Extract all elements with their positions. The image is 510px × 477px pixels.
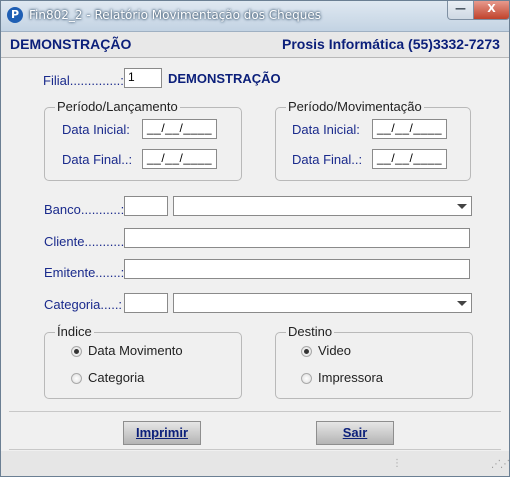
categoria-select[interactable] (173, 293, 472, 313)
filial-code-input[interactable]: 1 (124, 68, 162, 88)
movimentacao-data-inicial-input[interactable]: __/__/____ (372, 119, 447, 139)
cliente-label: Cliente...........: (44, 234, 128, 249)
periodo-lancamento-title: Período/Lançamento (55, 99, 180, 114)
movimentacao-data-final-input[interactable]: __/__/____ (372, 149, 447, 169)
window-title: Fin802_2 - Relatório Movimentação dos Ch… (29, 8, 322, 22)
report-window: P Fin802_2 - Relatório Movimentação dos … (0, 0, 510, 477)
app-logo-icon: P (7, 7, 23, 23)
indice-data-movimento-label[interactable]: Data Movimento (88, 343, 183, 358)
lancamento-data-final-input[interactable]: __/__/____ (142, 149, 217, 169)
company-name: DEMONSTRAÇÃO (10, 36, 132, 52)
dropdown-arrow-icon (457, 204, 467, 209)
movimentacao-data-final-label: Data Final..: (292, 152, 363, 167)
destino-video-label[interactable]: Video (318, 343, 351, 358)
destino-title: Destino (286, 324, 335, 339)
indice-data-movimento-radio[interactable] (71, 346, 82, 357)
vendor-info: Prosis Informática (55)3332-7273 (282, 36, 500, 52)
destino-group: Destino (275, 324, 473, 399)
banco-code-input[interactable] (124, 196, 168, 216)
movimentacao-data-inicial-label: Data Inicial: (292, 122, 360, 137)
minimize-button[interactable]: — (447, 1, 474, 20)
destino-impressora-radio[interactable] (301, 373, 312, 384)
sair-label: Sair (342, 425, 368, 440)
separator (9, 449, 501, 450)
categoria-label: Categoria.....: (44, 297, 123, 312)
periodo-movimentacao-title: Período/Movimentação (286, 99, 424, 114)
imprimir-label: Imprimir (135, 425, 188, 440)
banco-label: Banco...........: (44, 202, 125, 217)
indice-categoria-radio[interactable] (71, 373, 82, 384)
header-bar: DEMONSTRAÇÃO Prosis Informática (55)3332… (1, 32, 509, 58)
minimize-icon: — (455, 2, 466, 15)
close-button[interactable]: X (473, 1, 509, 20)
filial-label: Filial..............: (43, 73, 124, 88)
resize-grip-icon[interactable]: ⋰⋰ (491, 459, 509, 470)
lancamento-data-inicial-input[interactable]: __/__/____ (142, 119, 217, 139)
categoria-code-input[interactable] (124, 293, 168, 313)
lancamento-data-inicial-label: Data Inicial: (62, 122, 130, 137)
dropdown-arrow-icon (457, 301, 467, 306)
emitente-input[interactable] (124, 259, 470, 279)
lancamento-data-final-label: Data Final..: (62, 152, 133, 167)
destino-video-radio[interactable] (301, 346, 312, 357)
status-bar (1, 451, 509, 476)
separator (9, 411, 501, 412)
emitente-label: Emitente.......: (44, 265, 125, 280)
banco-select[interactable] (173, 196, 472, 216)
sair-button[interactable]: Sair (316, 421, 394, 445)
indice-title: Índice (55, 324, 94, 339)
destino-impressora-label[interactable]: Impressora (318, 370, 383, 385)
close-icon: X (487, 2, 496, 15)
cliente-input[interactable] (124, 228, 470, 248)
imprimir-button[interactable]: Imprimir (123, 421, 201, 445)
filial-name: DEMONSTRAÇÃO (168, 71, 281, 86)
title-bar[interactable]: P Fin802_2 - Relatório Movimentação dos … (1, 1, 509, 32)
splitter-grip-icon: ⋮ (392, 458, 402, 469)
indice-categoria-label[interactable]: Categoria (88, 370, 144, 385)
